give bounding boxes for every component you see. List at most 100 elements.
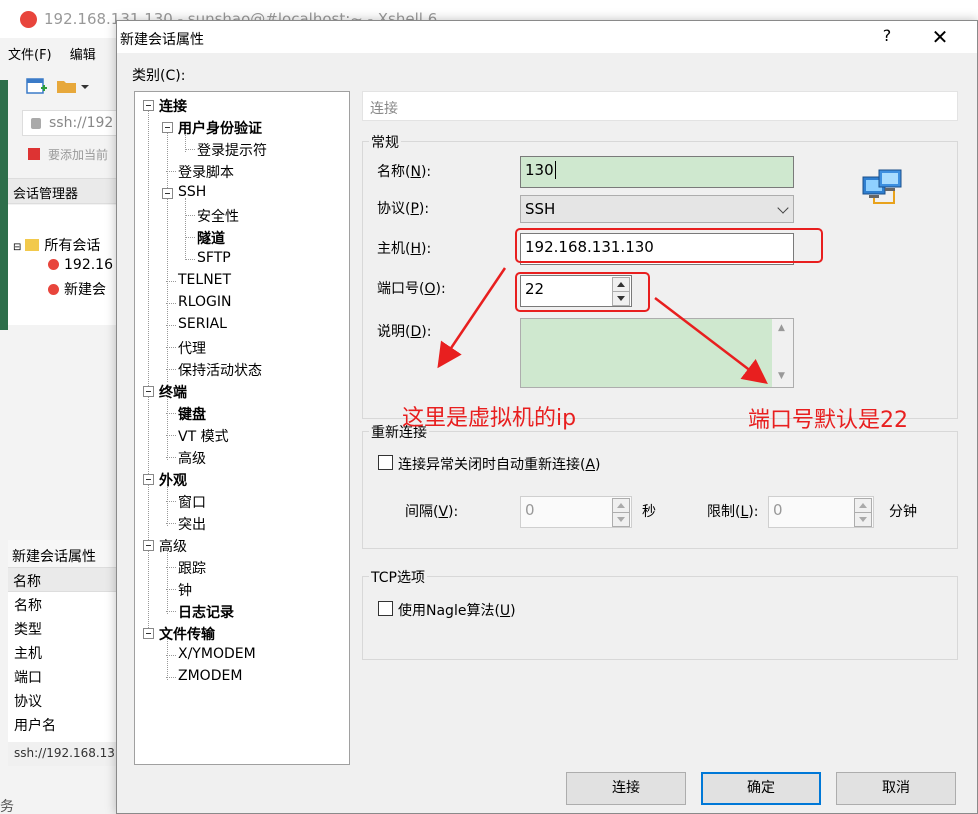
collapse-icon[interactable] [143, 386, 154, 397]
session-icon [48, 284, 59, 295]
category-label: 类别(C): [132, 68, 186, 84]
category-item[interactable]: 代理 [178, 338, 206, 358]
category-item[interactable]: 日志记录 [178, 602, 234, 622]
host-highlight-box [515, 228, 823, 263]
category-item[interactable]: 用户身份验证 [178, 118, 262, 138]
category-item[interactable]: 窗口 [178, 492, 206, 512]
category-item[interactable]: RLOGIN [178, 294, 232, 310]
arrow-down-icon [617, 516, 625, 522]
category-item[interactable]: 登录提示符 [197, 140, 267, 160]
limit-label: 限制(L): [707, 504, 759, 520]
category-item[interactable]: SSH [178, 184, 206, 200]
collapse-icon[interactable] [143, 474, 154, 485]
category-item[interactable]: 钟 [178, 580, 192, 600]
category-item[interactable]: 高级 [159, 536, 187, 556]
limit-spin-down[interactable] [855, 513, 871, 527]
category-item[interactable]: SERIAL [178, 316, 227, 332]
description-scrollbar[interactable]: ▲ ▼ [772, 319, 793, 387]
description-textarea[interactable] [520, 318, 794, 388]
collapse-icon[interactable] [143, 628, 154, 639]
category-item[interactable]: 保持活动状态 [178, 360, 262, 380]
menu-file[interactable]: 文件(F) [8, 48, 52, 63]
bottom-text: 务 [0, 799, 14, 814]
description-label: 说明(D): [377, 324, 432, 340]
tcp-group-title: TCP选项 [369, 567, 427, 587]
category-item[interactable]: ZMODEM [178, 668, 242, 684]
collapse-icon[interactable] [162, 188, 173, 199]
scroll-up-icon[interactable]: ▲ [778, 323, 785, 333]
category-item[interactable]: 突出 [178, 514, 206, 534]
tree-item-session[interactable]: 新建会 [48, 279, 106, 299]
tree-line [185, 215, 195, 216]
terminal-edge [0, 80, 8, 330]
help-button[interactable]: ? [877, 26, 897, 48]
port-label: 端口号(O): [377, 281, 446, 297]
interval-spin-down[interactable] [613, 513, 629, 527]
tree-line [166, 171, 176, 172]
tree-line [166, 325, 176, 326]
category-item[interactable]: 终端 [159, 382, 187, 402]
tree-line [166, 413, 176, 414]
category-item[interactable]: TELNET [178, 272, 231, 288]
category-item[interactable]: 文件传输 [159, 624, 215, 644]
general-group-title: 常规 [369, 132, 401, 152]
tree-line [185, 149, 195, 150]
tree-line [166, 457, 176, 458]
protocol-value: SSH [525, 200, 556, 218]
category-item[interactable]: 安全性 [197, 206, 239, 226]
connect-button[interactable]: 连接 [566, 772, 686, 805]
interval-spin-up[interactable] [613, 499, 629, 513]
tree-root-all-sessions[interactable]: ⊟ 所有会话 [13, 235, 100, 255]
cancel-button[interactable]: 取消 [836, 772, 956, 805]
address-bar[interactable]: ssh://192 [22, 110, 117, 136]
collapse-icon: ⊟ [13, 242, 22, 253]
collapse-icon[interactable] [143, 540, 154, 551]
ok-button[interactable]: 确定 [701, 772, 821, 805]
tree-line [167, 484, 168, 526]
category-item[interactable]: SFTP [197, 250, 231, 266]
collapse-icon[interactable] [143, 100, 154, 111]
category-item[interactable]: 高级 [178, 448, 206, 468]
folder-icon [25, 239, 40, 251]
menu-edit[interactable]: 编辑 [70, 48, 96, 63]
category-item[interactable]: 登录脚本 [178, 162, 234, 182]
lock-icon [31, 118, 41, 129]
tree-item-session[interactable]: 192.16 [48, 257, 113, 273]
xshell-menubar: 文件(F) 编辑 [8, 44, 110, 68]
new-session-icon[interactable] [26, 76, 48, 96]
tree-line [167, 132, 168, 382]
tree-item-label: 新建会 [64, 282, 106, 298]
category-item[interactable]: 隧道 [197, 228, 225, 248]
open-folder-icon[interactable] [56, 76, 78, 96]
protocol-select[interactable]: SSH [520, 195, 794, 223]
name-input[interactable]: 130 [520, 156, 794, 188]
name-input-value: 130 [525, 161, 556, 179]
dialog-titlebar: 新建会话属性 ? ✕ [117, 21, 977, 53]
interval-spinner[interactable] [612, 498, 630, 527]
interval-label: 间隔(V): [405, 504, 459, 520]
nagle-checkbox[interactable] [378, 601, 393, 616]
category-item[interactable]: 键盘 [178, 404, 206, 424]
category-item[interactable]: 外观 [159, 470, 187, 490]
category-item[interactable]: 跟踪 [178, 558, 206, 578]
add-session-hint: 要添加当前 [22, 146, 108, 163]
close-button[interactable]: ✕ [925, 23, 955, 51]
network-connection-icon [862, 169, 902, 204]
auto-reconnect-label[interactable]: 连接异常关闭时自动重新连接(A) [398, 454, 601, 474]
nagle-label[interactable]: 使用Nagle算法(U) [398, 600, 516, 620]
auto-reconnect-checkbox[interactable] [378, 455, 393, 470]
scroll-down-icon[interactable]: ▼ [778, 371, 785, 381]
tree-line [166, 523, 176, 524]
port-highlight-box [515, 272, 650, 312]
category-item[interactable]: X/YMODEM [178, 646, 256, 662]
tree-line [166, 435, 176, 436]
property-row: 名称 [14, 598, 42, 614]
category-item[interactable]: 连接 [159, 96, 187, 116]
limit-spin-up[interactable] [855, 499, 871, 513]
dropdown-arrow-icon[interactable] [80, 76, 90, 96]
property-row: 端口 [14, 670, 42, 686]
arrow-down-icon [859, 516, 867, 522]
category-item[interactable]: VT 模式 [178, 426, 229, 446]
limit-spinner[interactable] [854, 498, 872, 527]
collapse-icon[interactable] [162, 122, 173, 133]
